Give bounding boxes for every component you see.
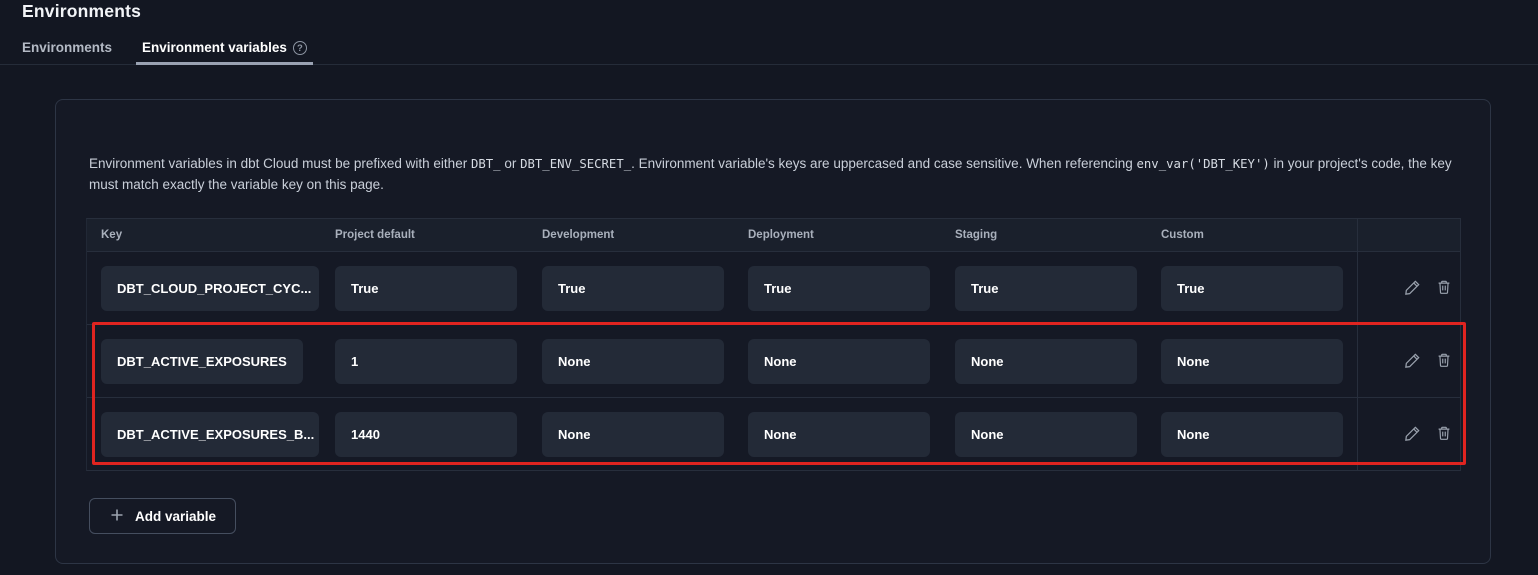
row-actions [1357, 325, 1461, 398]
value-custom: True [1161, 266, 1343, 311]
tab-environments-label: Environments [22, 40, 112, 55]
pencil-icon [1403, 351, 1422, 373]
row-actions [1357, 398, 1461, 471]
value-development: True [542, 266, 724, 311]
delete-variable-button[interactable] [1433, 278, 1455, 300]
page-title: Environments [22, 1, 141, 22]
delete-variable-button[interactable] [1433, 424, 1455, 446]
value-project-default: 1440 [335, 412, 517, 457]
code-dbt-env-secret-prefix: DBT_ENV_SECRET_ [520, 157, 631, 171]
delete-variable-button[interactable] [1433, 351, 1455, 373]
value-custom: None [1161, 412, 1343, 457]
value-custom: None [1161, 339, 1343, 384]
trash-icon [1435, 278, 1453, 299]
column-header-key: Key [87, 229, 322, 241]
add-variable-label: Add variable [135, 509, 216, 524]
value-development: None [542, 412, 724, 457]
plus-icon [109, 507, 125, 526]
description-segment: or [501, 156, 521, 171]
column-header-custom: Custom [1148, 229, 1357, 241]
value-staging: True [955, 266, 1137, 311]
description-segment: . Environment variable's keys are upperc… [631, 156, 1136, 171]
row-actions [1357, 252, 1461, 325]
column-header-actions [1357, 219, 1461, 251]
table-row: DBT_ACTIVE_EXPOSURES_B... 1440 None None… [87, 397, 1460, 470]
value-deployment: None [748, 412, 930, 457]
table-row: DBT_CLOUD_PROJECT_CYC... True True True … [87, 251, 1460, 324]
variable-key: DBT_ACTIVE_EXPOSURES [101, 339, 303, 384]
pencil-icon [1403, 278, 1422, 300]
variable-key: DBT_ACTIVE_EXPOSURES_B... [101, 412, 319, 457]
value-deployment: True [748, 266, 930, 311]
table-row: DBT_ACTIVE_EXPOSURES 1 None None None No… [87, 324, 1460, 397]
column-header-development: Development [529, 229, 735, 241]
code-env-var-example: env_var('DBT_KEY') [1137, 157, 1270, 171]
table-header-row: Key Project default Development Deployme… [87, 219, 1460, 251]
edit-variable-button[interactable] [1401, 424, 1423, 446]
add-variable-button[interactable]: Add variable [89, 498, 236, 534]
column-header-project-default: Project default [322, 229, 529, 241]
description-segment: Environment variables in dbt Cloud must … [89, 156, 471, 171]
tab-bar: Environments Environment variables ? [0, 40, 1538, 65]
trash-icon [1435, 424, 1453, 445]
trash-icon [1435, 351, 1453, 372]
edit-variable-button[interactable] [1401, 278, 1423, 300]
environment-variables-table: Key Project default Development Deployme… [86, 218, 1461, 471]
value-staging: None [955, 339, 1137, 384]
column-header-deployment: Deployment [735, 229, 942, 241]
code-dbt-prefix: DBT_ [471, 157, 501, 171]
tab-environment-variables[interactable]: Environment variables ? [136, 40, 313, 65]
pencil-icon [1403, 424, 1422, 446]
value-project-default: True [335, 266, 517, 311]
value-development: None [542, 339, 724, 384]
value-deployment: None [748, 339, 930, 384]
column-header-staging: Staging [942, 229, 1148, 241]
tab-environments[interactable]: Environments [16, 40, 118, 65]
value-project-default: 1 [335, 339, 517, 384]
help-icon[interactable]: ? [293, 41, 307, 55]
tab-environment-variables-label: Environment variables [142, 40, 287, 55]
environment-variables-card: Environment variables in dbt Cloud must … [55, 99, 1491, 564]
edit-variable-button[interactable] [1401, 351, 1423, 373]
value-staging: None [955, 412, 1137, 457]
description-text: Environment variables in dbt Cloud must … [89, 154, 1461, 195]
variable-key: DBT_CLOUD_PROJECT_CYC... [101, 266, 319, 311]
